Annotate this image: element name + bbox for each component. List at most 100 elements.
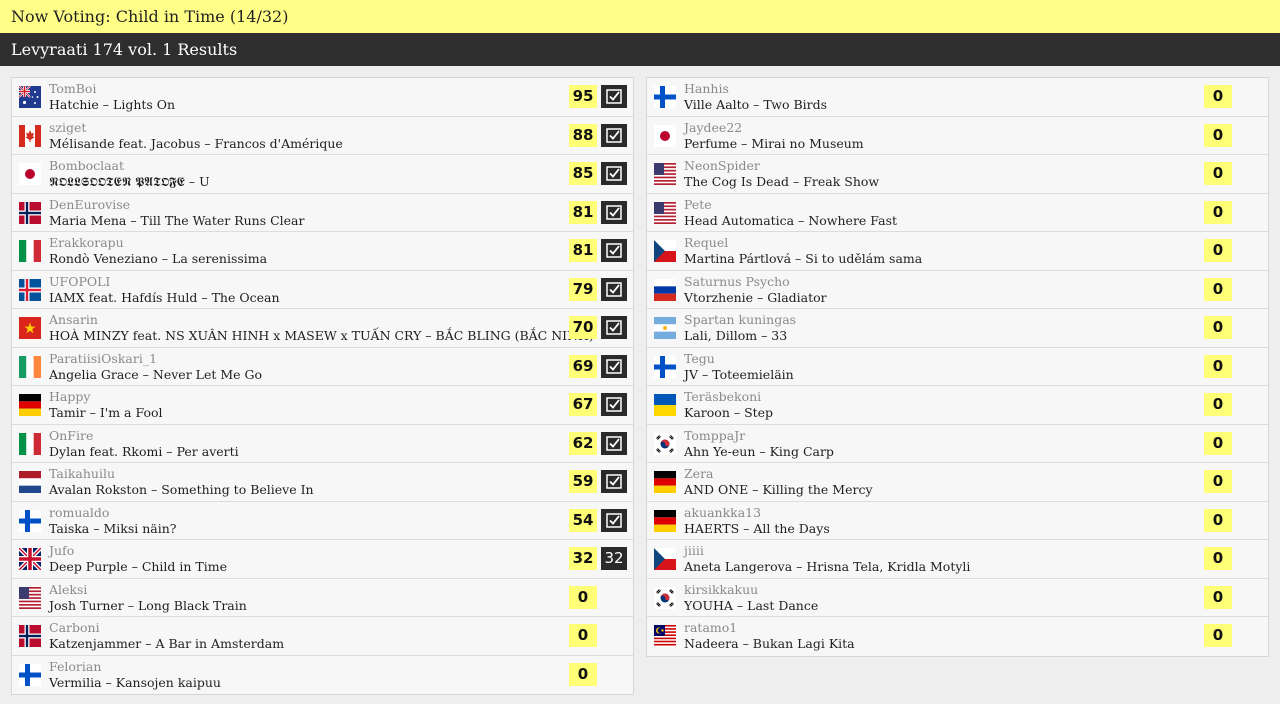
- score-badge: 0: [1204, 393, 1232, 416]
- song-title: Head Automatica – Nowhere Fast: [684, 212, 898, 228]
- voter-name: Hanhis: [684, 81, 729, 96]
- score-badge: 0: [1204, 239, 1232, 262]
- czech-flag-icon: [654, 548, 676, 570]
- korea-flag-icon: [654, 432, 676, 455]
- song-title: Perfume – Mirai no Museum: [684, 135, 864, 151]
- result-row: Tegu JV – Toteemieläin 0: [647, 348, 1268, 386]
- song-title: Nadeera – Bukan Lagi Kita: [684, 636, 855, 651]
- score-badge: 59: [569, 470, 597, 493]
- result-row: Taikahuilu Avalan Rokston – Something to …: [12, 463, 633, 502]
- malaysia-flag-icon: [654, 625, 676, 647]
- result-row: sziget Mélisande feat. Jacobus – Francos …: [12, 117, 633, 155]
- vote-given-check-icon: [601, 354, 627, 378]
- voter-name: OnFire: [49, 427, 94, 443]
- song-title: 𝕹𝕺𝕷𝕷𝕾𝕺𝕺𝕿𝕰𝕹 𝕻𝕬𝕿𝕺𝕱𝕰 – U: [49, 174, 210, 189]
- score-badge: 0: [1204, 85, 1232, 108]
- result-row: romualdo Taiska – Miksi näin? 54: [12, 502, 633, 540]
- voter-name: Jufo: [49, 543, 75, 558]
- score-badge: 81: [569, 239, 597, 262]
- result-row: Aleksi Josh Turner – Long Black Train 0: [12, 579, 633, 617]
- norway-flag-icon: [19, 201, 41, 224]
- ukraine-flag-icon: [654, 394, 676, 416]
- result-row: ParatiisiOskari_1 Angelia Grace – Never L…: [12, 348, 633, 386]
- score-badge: 0: [569, 662, 597, 686]
- score-badge: 0: [1204, 123, 1232, 147]
- song-title: Deep Purple – Child in Time: [49, 559, 228, 574]
- voter-name: UFOPOLI: [49, 273, 111, 289]
- song-title: Vermilia – Kansojen kaipuu: [49, 674, 221, 690]
- result-row: UFOPOLI IAMX feat. Hafdís Huld – The Ocea…: [12, 271, 633, 309]
- iceland-flag-icon: [19, 278, 41, 301]
- score-badge: 0: [569, 624, 597, 647]
- germany-flag-icon: [654, 509, 676, 532]
- usa-flag-icon: [19, 586, 41, 609]
- result-row: Saturnus Psycho Vtorzhenie – Gladiator 0: [647, 271, 1268, 309]
- score-badge: 0: [1204, 470, 1232, 493]
- score-badge: 81: [569, 200, 597, 224]
- song-title: Tamir – I'm a Fool: [49, 405, 163, 420]
- score-badge: 62: [569, 431, 597, 455]
- vote-given-check-icon: [601, 316, 627, 339]
- result-row: Happy Tamir – I'm a Fool 67: [12, 386, 633, 425]
- voter-name: Aleksi: [49, 581, 88, 597]
- germany-flag-icon: [654, 471, 676, 493]
- voter-name: ratamo1: [684, 620, 738, 635]
- australia-flag-icon: [19, 86, 41, 108]
- vietnam-flag-icon: [19, 317, 41, 339]
- song-title: IAMX feat. Hafdís Huld – The Ocean: [49, 289, 280, 305]
- song-title: Dylan feat. Rkomi – Per averti: [49, 443, 239, 459]
- song-title: AND ONE – Killing the Mercy: [684, 482, 873, 497]
- song-title: Ville Aalto – Two Birds: [684, 97, 828, 112]
- song-title: Angelia Grace – Never Let Me Go: [49, 366, 263, 382]
- voter-name: Taikahuilu: [49, 466, 115, 481]
- italy-flag-icon: [19, 240, 41, 262]
- result-row: NeonSpider The Cog Is Dead – Freak Show 0: [647, 155, 1268, 194]
- usa-flag-icon: [654, 201, 676, 224]
- voter-name: Tegu: [684, 350, 715, 366]
- results-list-left: TomBoi Hatchie – Lights On 95 sziget Mélisan…: [11, 77, 634, 695]
- usa-flag-icon: [654, 163, 676, 185]
- voter-name: Saturnus Psycho: [684, 273, 790, 289]
- song-title: Mélisande feat. Jacobus – Francos d'Amér…: [49, 135, 343, 151]
- song-title: Avalan Rokston – Something to Believe In: [49, 482, 314, 497]
- netherlands-flag-icon: [19, 471, 41, 493]
- voter-name: Bomboclaat: [49, 158, 125, 173]
- score-badge: 79: [569, 277, 597, 301]
- vote-given-check-icon: [601, 85, 627, 108]
- voter-name: Pete: [684, 196, 712, 212]
- uk-flag-icon: [19, 548, 41, 570]
- norway-flag-icon: [19, 625, 41, 647]
- result-row: akuankka13 HAERTS – All the Days 0: [647, 502, 1268, 540]
- score-badge: 0: [1204, 354, 1232, 378]
- finland-flag-icon: [654, 86, 676, 108]
- voter-name: Carboni: [49, 620, 100, 635]
- result-row: Jufo Deep Purple – Child in Time 32 32: [12, 540, 633, 579]
- song-title: Josh Turner – Long Black Train: [49, 597, 247, 613]
- russia-flag-icon: [654, 278, 676, 301]
- voter-name: NeonSpider: [684, 158, 760, 173]
- score-badge: 88: [569, 123, 597, 147]
- korea-flag-icon: [654, 586, 676, 609]
- vote-given-check-icon: [601, 277, 627, 301]
- voter-name: Jaydee22: [684, 119, 743, 135]
- song-title: Ahn Ye-eun – King Carp: [684, 443, 834, 459]
- score-badge: 0: [1204, 585, 1232, 609]
- result-row: Hanhis Ville Aalto – Two Birds 0: [647, 78, 1268, 117]
- result-row: Ansarin HOÀ MINZY feat. NS XUÂN HINH x MA…: [12, 309, 633, 348]
- argentina-flag-icon: [654, 317, 676, 339]
- czech-flag-icon: [654, 240, 676, 262]
- voter-name: ParatiisiOskari_1: [49, 350, 158, 366]
- song-title: Rondò Veneziano – La serenissima: [49, 251, 268, 266]
- canada-flag-icon: [19, 124, 41, 147]
- ireland-flag-icon: [19, 355, 41, 378]
- result-row: DenEurovise Maria Mena – Till The Water R…: [12, 194, 633, 232]
- finland-flag-icon: [19, 509, 41, 532]
- score-badge: 0: [1204, 431, 1232, 455]
- voter-name: Happy: [49, 389, 91, 404]
- score-badge: 0: [1204, 316, 1232, 339]
- score-badge: 0: [1204, 624, 1232, 647]
- score-badge: 0: [569, 585, 597, 609]
- score-badge: 69: [569, 354, 597, 378]
- song-title: JV – Toteemieläin: [684, 366, 794, 382]
- voter-name: Felorian: [49, 658, 102, 674]
